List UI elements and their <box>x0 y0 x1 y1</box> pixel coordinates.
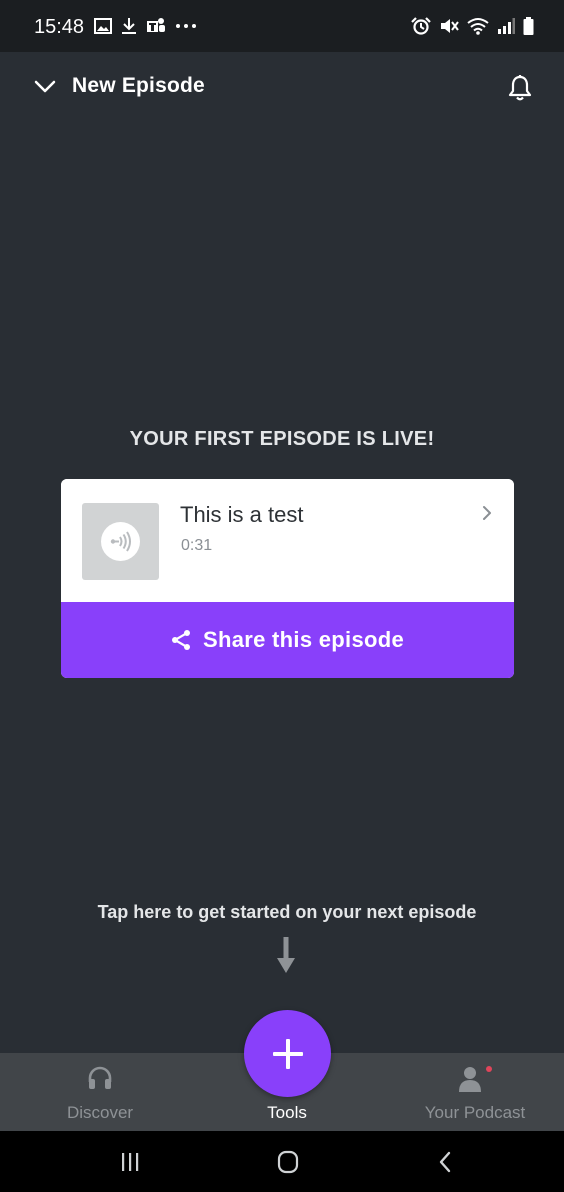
share-label: Share this episode <box>202 627 404 652</box>
page-title: New Episode <box>72 74 205 97</box>
more-dots-icon <box>176 24 196 28</box>
tab-label-your-podcast: Your Podcast <box>424 1103 526 1122</box>
person-icon <box>459 1066 492 1092</box>
episode-thumbnail <box>82 503 159 580</box>
home-button[interactable] <box>243 1131 333 1192</box>
notification-dot <box>486 1066 492 1072</box>
back-icon <box>439 1151 451 1172</box>
gallery-icon <box>94 18 112 34</box>
chevron-down-icon[interactable] <box>34 80 56 93</box>
signal-icon <box>498 18 515 34</box>
teams-icon <box>147 18 165 32</box>
status-bar: 15:48 <box>0 0 564 52</box>
episode-title: This is a test <box>180 502 304 527</box>
recents-button[interactable] <box>85 1131 175 1192</box>
tab-discover[interactable]: Discover <box>25 1053 175 1131</box>
status-right-icons <box>411 17 534 35</box>
live-heading: YOUR FIRST EPISODE IS LIVE! <box>129 428 435 450</box>
status-left-icons <box>94 17 197 35</box>
tab-label-discover: Discover <box>66 1103 134 1122</box>
wifi-icon <box>467 18 489 35</box>
mute-icon <box>441 19 459 33</box>
share-episode-button[interactable]: Share this episode <box>61 602 514 678</box>
podcast-logo-icon <box>101 522 140 561</box>
episode-card: This is a test 0:31 Share this episode <box>61 479 514 678</box>
battery-icon <box>523 17 534 35</box>
tab-label-tools: Tools <box>267 1103 307 1122</box>
app-header: New Episode <box>0 52 564 126</box>
episode-row[interactable]: This is a test 0:31 <box>61 479 514 602</box>
headphones-icon <box>88 1066 112 1089</box>
home-icon <box>277 1150 299 1173</box>
plus-icon <box>272 1038 303 1069</box>
arrow-down-icon <box>277 937 295 973</box>
alarm-icon <box>411 17 431 35</box>
back-button[interactable] <box>400 1131 490 1192</box>
tab-your-podcast[interactable]: Your Podcast <box>400 1053 550 1131</box>
system-nav-bar <box>0 1131 564 1192</box>
share-icon <box>171 630 190 650</box>
recents-icon <box>122 1152 139 1171</box>
status-time: 15:48 <box>34 16 85 38</box>
next-episode-hint[interactable]: Tap here to get started on your next epi… <box>0 902 564 923</box>
bell-icon[interactable] <box>508 74 532 102</box>
download-icon <box>122 18 136 34</box>
episode-duration: 0:31 <box>181 537 213 554</box>
add-episode-button[interactable] <box>244 1010 331 1097</box>
chevron-right-icon <box>483 506 491 520</box>
